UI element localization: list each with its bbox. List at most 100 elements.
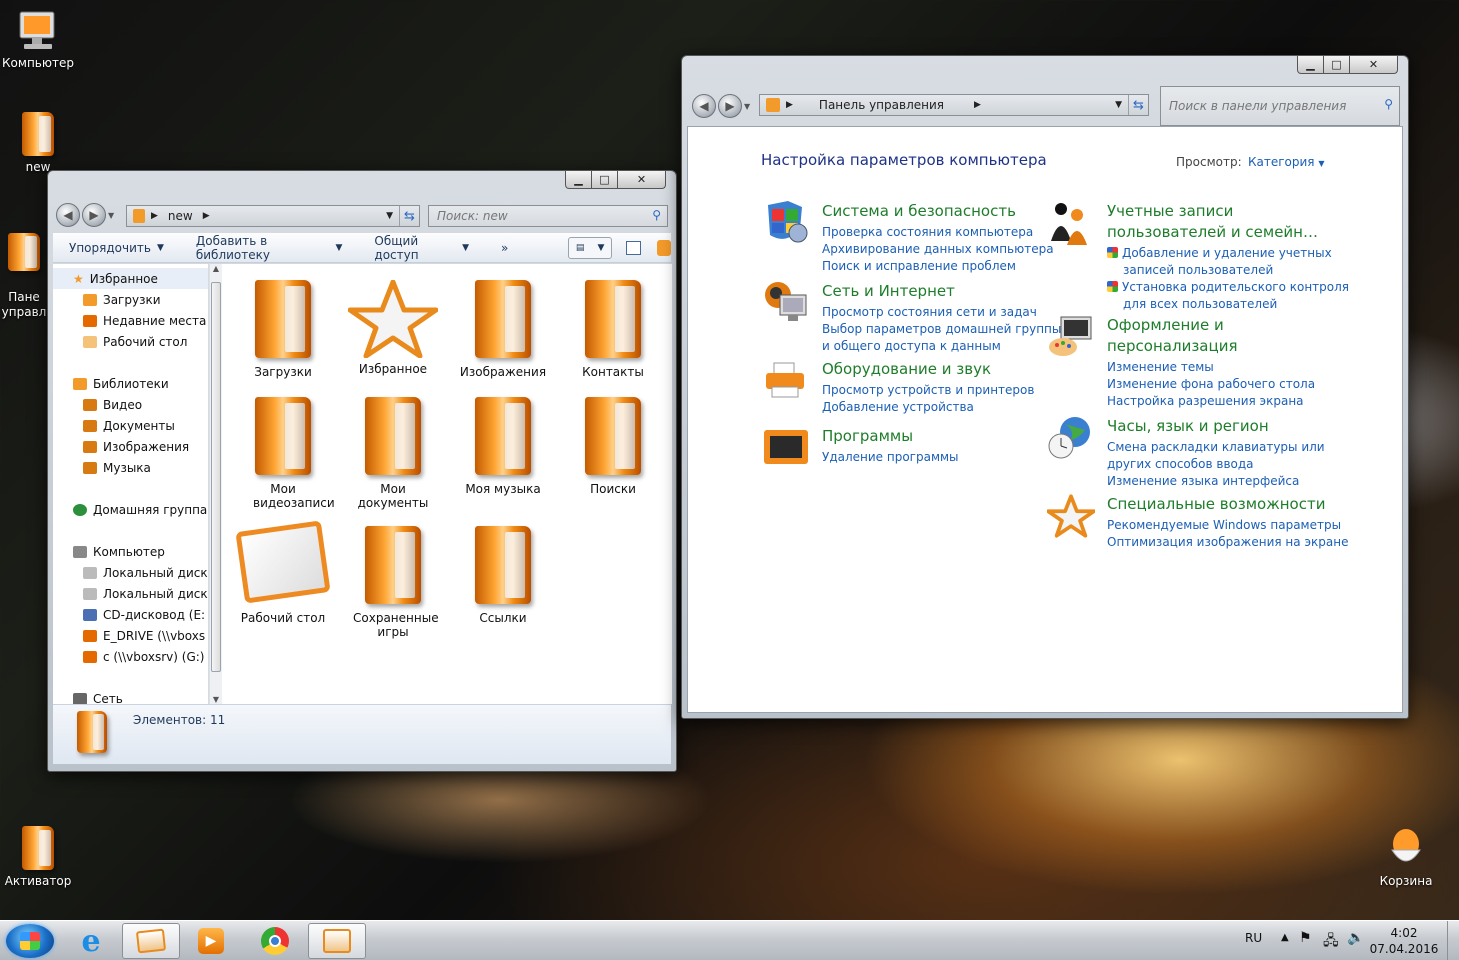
nav-item[interactable]: Локальный диск (53, 583, 208, 604)
list-item[interactable]: Мои видеозаписи (233, 397, 335, 510)
address-bar[interactable]: ▶ new ▶ ▼ ⇆ (126, 205, 420, 227)
category-link[interactable]: Изменение темы (1107, 359, 1315, 376)
list-item[interactable]: Ссылки (453, 526, 553, 625)
category-title[interactable]: Программы (822, 426, 959, 447)
address-bar[interactable]: ▶ Панель управления ▶ ▼ ⇆ (759, 94, 1149, 116)
category-link[interactable]: Проверка состояния компьютера (822, 224, 1054, 241)
category-link[interactable]: Выбор параметров домашней группы (822, 321, 1061, 338)
nav-computer[interactable]: Компьютер (53, 541, 208, 562)
nav-libraries[interactable]: Библиотеки (53, 373, 208, 394)
category-title[interactable]: Специальные возможности (1107, 494, 1348, 515)
network-icon[interactable]: 🖧 (1323, 930, 1339, 954)
taskbar-media-player[interactable]: ▶ (182, 923, 240, 959)
recent-pages-dropdown[interactable]: ▼ (108, 211, 114, 220)
nav-item[interactable]: c (\\vboxsrv) (G:) (53, 646, 208, 667)
list-item[interactable]: Загрузки (233, 280, 333, 379)
breadcrumb-item[interactable]: new (168, 209, 193, 223)
scroll-thumb[interactable] (211, 282, 221, 672)
help-button[interactable] (656, 239, 671, 256)
list-item[interactable]: Рабочий стол (233, 520, 333, 625)
nav-item[interactable]: Загрузки (53, 289, 208, 310)
list-item[interactable]: Изображения (453, 280, 553, 379)
forward-button[interactable]: ▶ (82, 203, 106, 227)
taskbar-control-panel[interactable] (308, 923, 366, 959)
category-link[interactable]: Настройка разрешения экрана (1107, 393, 1315, 410)
language-indicator[interactable]: RU (1245, 931, 1262, 945)
category-title[interactable]: Сеть и Интернет (822, 281, 1061, 302)
show-hidden-icons-icon[interactable]: ▲ (1281, 932, 1289, 943)
close-button[interactable]: ✕ (1350, 56, 1398, 74)
desktop-icon-control-panel[interactable]: Пане управл (0, 218, 54, 320)
category-link[interactable]: записей пользователей (1107, 262, 1349, 279)
category-link[interactable]: Просмотр устройств и принтеров (822, 382, 1034, 399)
taskbar-internet-explorer[interactable]: e (62, 923, 120, 959)
taskbar-chrome[interactable] (246, 923, 304, 959)
category-link[interactable]: Добавление и удаление учетных (1107, 245, 1349, 262)
recent-pages-dropdown[interactable]: ▼ (744, 102, 750, 111)
category-link[interactable]: Архивирование данных компьютера (822, 241, 1054, 258)
category-link[interactable]: Оптимизация изображения на экране (1107, 534, 1348, 551)
category-link[interactable]: Изменение языка интерфейса (1107, 473, 1325, 490)
clock[interactable]: 4:02 07.04.2016 (1367, 925, 1441, 957)
share-button[interactable]: Общий доступ ▼ (358, 234, 485, 262)
desktop-icon-recycle-bin[interactable]: Корзина (1368, 828, 1444, 888)
list-item[interactable]: Сохраненные игры (343, 526, 443, 639)
list-item[interactable]: Моя музыка (453, 397, 553, 496)
category-link[interactable]: Поиск и исправление проблем (822, 258, 1054, 275)
category-link[interactable]: Установка родительского контроля (1107, 279, 1349, 296)
view-by-dropdown[interactable]: Категория ▼ (1248, 155, 1325, 169)
maximize-button[interactable]: □ (592, 171, 618, 189)
show-desktop-button[interactable] (1447, 921, 1459, 960)
nav-item[interactable]: Музыка (53, 457, 208, 478)
refresh-icon[interactable]: ⇆ (1128, 95, 1148, 115)
nav-item[interactable]: E_DRIVE (\\vboxs (53, 625, 208, 646)
breadcrumb-item[interactable]: Панель управления (819, 98, 944, 112)
preview-pane-button[interactable] (625, 240, 641, 255)
category-title[interactable]: Система и безопасность (822, 201, 1054, 222)
nav-homegroup[interactable]: Домашняя группа (53, 499, 208, 520)
nav-favorites[interactable]: ★ Избранное (53, 268, 208, 289)
category-link[interactable]: других способов ввода (1107, 456, 1325, 473)
category-title[interactable]: Учетные записи пользователей и семейн… (1107, 201, 1349, 243)
search-input[interactable]: Поиск в панели управления ⚲ (1160, 86, 1400, 126)
category-link[interactable]: и общего доступа к данным (822, 338, 1061, 355)
desktop-icon-computer[interactable]: Компьютер (0, 10, 76, 70)
minimize-button[interactable]: ▁ (565, 171, 592, 189)
category-link[interactable]: Добавление устройства (822, 399, 1034, 416)
volume-icon[interactable]: 🔈 (1347, 930, 1364, 946)
category-title[interactable]: Оформление и персонализация (1107, 315, 1315, 357)
nav-item[interactable]: Локальный диск (53, 562, 208, 583)
taskbar-explorer[interactable] (122, 923, 180, 959)
nav-item[interactable]: Рабочий стол (53, 331, 208, 352)
minimize-button[interactable]: ▁ (1297, 56, 1324, 74)
desktop-icon-activator[interactable]: Активатор (0, 826, 76, 888)
address-dropdown-icon[interactable]: ▼ (1115, 100, 1122, 110)
nav-scrollbar[interactable]: ▲ ▼ (209, 264, 222, 704)
forward-button[interactable]: ▶ (718, 94, 742, 118)
maximize-button[interactable]: □ (1324, 56, 1350, 74)
category-link[interactable]: Просмотр состояния сети и задач (822, 304, 1061, 321)
view-options-button[interactable]: ▤ ▼ (568, 236, 612, 259)
organize-button[interactable]: Упорядочить ▼ (53, 241, 180, 255)
nav-network[interactable]: Сеть (53, 688, 208, 704)
scroll-down-icon[interactable]: ▼ (210, 695, 222, 704)
refresh-icon[interactable]: ⇆ (399, 206, 419, 226)
category-link[interactable]: Удаление программы (822, 449, 959, 466)
nav-item[interactable]: Видео (53, 394, 208, 415)
list-item[interactable]: Поиски (563, 397, 663, 496)
nav-item[interactable]: CD-дисковод (E: (53, 604, 208, 625)
more-commands-button[interactable]: » (485, 241, 524, 255)
add-to-library-button[interactable]: Добавить в библиотеку ▼ (180, 234, 359, 262)
address-dropdown-icon[interactable]: ▼ (386, 211, 393, 221)
category-title[interactable]: Часы, язык и регион (1107, 416, 1325, 437)
category-link[interactable]: Рекомендуемые Windows параметры (1107, 517, 1348, 534)
nav-item[interactable]: Недавние места (53, 310, 208, 331)
action-center-flag-icon[interactable]: ⚑ (1299, 930, 1312, 946)
category-link[interactable]: для всех пользователей (1107, 296, 1349, 313)
desktop-icon-new-folder[interactable]: new (0, 112, 76, 174)
list-item[interactable]: Избранное (343, 279, 443, 376)
list-item[interactable]: Контакты (563, 280, 663, 379)
category-link[interactable]: Изменение фона рабочего стола (1107, 376, 1315, 393)
back-button[interactable]: ◀ (692, 94, 716, 118)
start-button[interactable] (6, 924, 54, 958)
